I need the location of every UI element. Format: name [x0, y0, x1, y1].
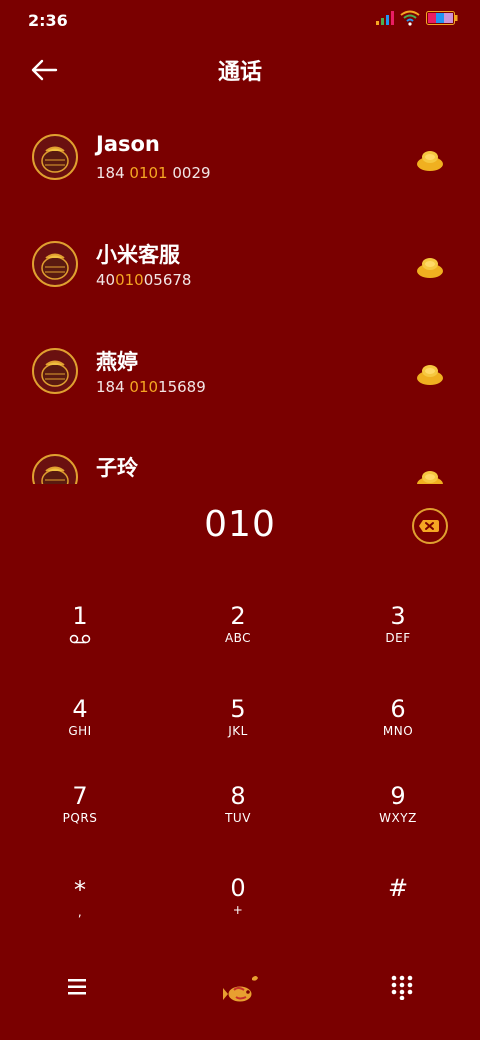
wifi-icon [400, 10, 420, 26]
key-hash[interactable]: # [318, 874, 478, 954]
key-0[interactable]: 0 + [158, 874, 318, 954]
key-letters: + [232, 903, 244, 917]
key-letters: DEF [385, 631, 411, 645]
contact-row[interactable]: 小米客服 4001005678 [0, 211, 480, 317]
lucky-bag-icon [41, 466, 69, 484]
key-5[interactable]: 5 JKL [158, 695, 318, 775]
contact-name: 小米客服 [96, 243, 180, 267]
key-digit: 0 [230, 874, 246, 902]
contact-row[interactable]: Jason 184 0101 0029 [0, 104, 480, 210]
dial-input-area: 010 [0, 500, 480, 560]
key-letters: ABC [224, 631, 252, 645]
lucky-bag-icon [41, 146, 69, 173]
key-8[interactable]: 8 TUV [158, 782, 318, 862]
contact-number: 4001005678 [96, 271, 192, 289]
avatar [32, 241, 78, 287]
key-digit: # [387, 874, 409, 902]
contact-name: 子玲 [96, 456, 138, 480]
gold-ingot-icon[interactable] [414, 146, 446, 172]
key-star[interactable]: * , [0, 876, 160, 956]
contact-number: 184 01015689 [96, 378, 206, 396]
contact-name: Jason [96, 132, 160, 156]
key-digit: 5 [230, 695, 246, 723]
key-digit: 4 [72, 695, 88, 723]
avatar [32, 134, 78, 180]
signal-icon [376, 11, 394, 25]
contact-name: 燕婷 [96, 350, 138, 374]
key-digit: 1 [72, 602, 88, 630]
backspace-icon [419, 520, 439, 532]
key-7[interactable]: 7 PQRS [0, 782, 160, 862]
menu-icon[interactable] [66, 976, 90, 998]
gold-ingot-icon[interactable] [414, 360, 446, 386]
delete-button[interactable] [412, 508, 448, 544]
battery-icon [426, 11, 458, 25]
key-digit: 2 [230, 602, 246, 630]
key-letters: MNO [382, 724, 414, 738]
key-letters: , [77, 905, 83, 919]
contact-list: Jason 184 0101 0029 小米客服 4001005678 燕婷 1… [0, 104, 480, 484]
gold-ingot-icon[interactable] [414, 253, 446, 279]
key-digit: 3 [390, 602, 406, 630]
dialed-number[interactable]: 010 [0, 504, 480, 545]
dialpad-icon[interactable] [390, 974, 414, 1000]
contact-number: 184 0101 0029 [96, 164, 211, 182]
key-letters: WXYZ [379, 811, 417, 825]
key-9[interactable]: 9 WXYZ [318, 782, 478, 862]
key-1[interactable]: 1 [0, 602, 160, 682]
avatar [32, 454, 78, 484]
contact-row[interactable]: 子玲 [0, 424, 480, 484]
koi-call-icon[interactable] [222, 970, 262, 1008]
key-digit: 8 [230, 782, 246, 810]
bottom-bar [0, 960, 480, 1020]
key-6[interactable]: 6 MNO [318, 695, 478, 775]
page-title: 通话 [217, 60, 262, 85]
key-3[interactable]: 3 DEF [318, 602, 478, 682]
gold-ingot-icon[interactable] [414, 466, 446, 484]
key-letters: TUV [225, 811, 251, 825]
key-digit: 9 [390, 782, 406, 810]
key-digit: 6 [390, 695, 406, 723]
lucky-bag-icon [41, 253, 69, 280]
key-digit: 7 [72, 782, 88, 810]
app-header: 通话 [0, 48, 480, 92]
status-icons [376, 10, 458, 26]
status-time: 2:36 [28, 11, 68, 30]
key-4[interactable]: 4 GHI [0, 695, 160, 775]
status-bar: 2:36 [0, 0, 480, 40]
voicemail-icon [69, 634, 91, 644]
contact-row[interactable]: 燕婷 184 01015689 [0, 318, 480, 424]
key-letters: GHI [68, 724, 92, 738]
key-2[interactable]: 2 ABC [158, 602, 318, 682]
key-letters: PQRS [62, 811, 98, 825]
key-digit: * [74, 876, 86, 904]
lucky-bag-icon [41, 360, 69, 387]
key-letters: JKL [228, 724, 248, 738]
avatar [32, 348, 78, 394]
